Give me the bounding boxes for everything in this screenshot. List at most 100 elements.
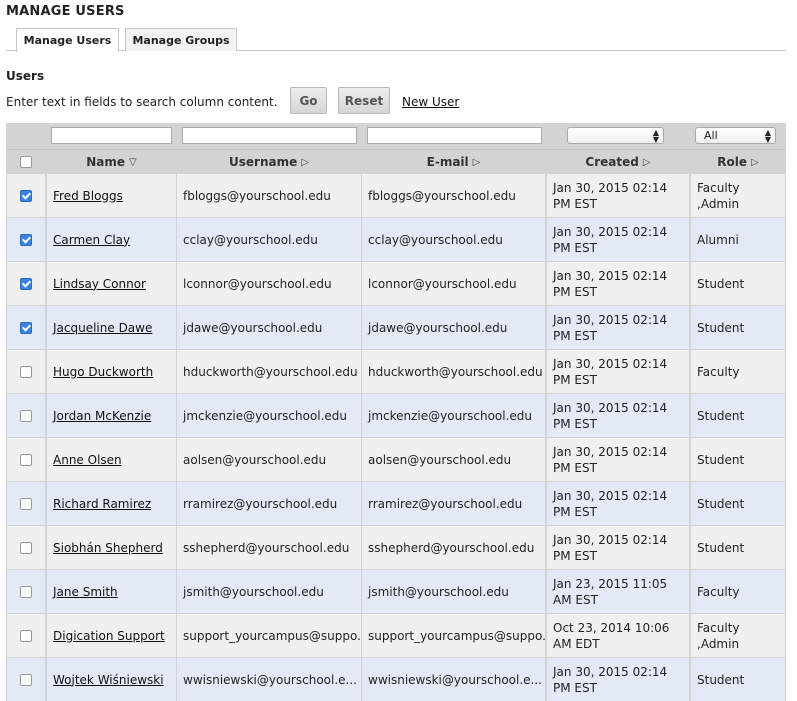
select-all-cell (7, 150, 45, 174)
user-name-link[interactable]: Jane Smith (53, 585, 118, 599)
row-checkbox[interactable] (20, 233, 32, 246)
tab-manage-users[interactable]: Manage Users (16, 28, 119, 52)
email-cell: fbloggs@yourschool.edu (362, 174, 545, 217)
user-name-link[interactable]: Anne Olsen (53, 453, 122, 467)
table-row: Hugo Duckworth hduckworth@yourschool.edu h… (6, 350, 786, 393)
user-name-link[interactable]: Siobhán Shepherd (53, 541, 163, 555)
username-cell: jdawe@yourschool.edu (177, 306, 361, 349)
table-row: Wojtek Wiśniewski wwisniewski@yourschool.… (6, 658, 786, 701)
role-column-header[interactable]: Role ▷ (691, 150, 785, 174)
name-cell: Siobhán Shepherd (47, 526, 176, 569)
role-filter-value: All (704, 129, 718, 142)
row-checkbox[interactable] (20, 365, 32, 378)
created-cell: Jan 30, 2015 02:14 PM EST (547, 526, 689, 569)
select-all-checkbox[interactable] (20, 156, 32, 168)
table-row: Fred Bloggs fbloggs@yourschool.edu fbloggs… (6, 174, 786, 217)
column-label: Role (717, 155, 748, 169)
role-cell: Student (691, 262, 785, 305)
created-cell: Jan 30, 2015 02:14 PM EST (547, 350, 689, 393)
user-name-link[interactable]: Lindsay Connor (53, 277, 146, 291)
role-cell: Faculty ,Admin (691, 614, 785, 657)
role-filter-select[interactable]: All ▲ ▼ (695, 127, 776, 144)
table-row: Digication Support support_yourcampus@sup… (6, 614, 786, 657)
email-cell: sshepherd@yourschool.edu (362, 526, 545, 569)
email-filter-input[interactable] (367, 127, 542, 144)
tab-manage-groups[interactable]: Manage Groups (125, 28, 237, 51)
table-row: Carmen Clay cclay@yourschool.edu cclay@you… (6, 218, 786, 261)
row-select-cell (7, 218, 45, 261)
reset-button[interactable]: Reset (338, 87, 390, 114)
users-table: ▲ ▼ All ▲ ▼ Name ▽ Username ▷ E-mail ▷ Cre… (6, 123, 786, 701)
sort-icon: ▷ (642, 156, 651, 168)
name-column-header[interactable]: Name ▽ (47, 150, 176, 174)
username-column-header[interactable]: Username ▷ (177, 150, 361, 174)
email-column-header[interactable]: E-mail ▷ (362, 150, 545, 174)
go-button[interactable]: Go (290, 87, 327, 114)
role-cell: Faculty (691, 350, 785, 393)
created-column-header[interactable]: Created ▷ (547, 150, 689, 174)
new-user-link[interactable]: New User (402, 95, 459, 109)
name-cell: Anne Olsen (47, 438, 176, 481)
created-cell: Jan 30, 2015 02:14 PM EST (547, 218, 689, 261)
created-filter-select[interactable]: ▲ ▼ (567, 127, 664, 144)
user-name-link[interactable]: Hugo Duckworth (53, 365, 153, 379)
table-row: Jordan McKenzie jmckenzie@yourschool.edu j… (6, 394, 786, 437)
created-cell: Jan 30, 2015 02:14 PM EST (547, 262, 689, 305)
username-cell: cclay@yourschool.edu (177, 218, 361, 261)
name-cell: Carmen Clay (47, 218, 176, 261)
user-name-link[interactable]: Carmen Clay (53, 233, 130, 247)
user-name-link[interactable]: Wojtek Wiśniewski (53, 673, 164, 687)
username-filter-input[interactable] (182, 127, 357, 144)
row-checkbox[interactable] (20, 585, 32, 598)
name-cell: Jane Smith (47, 570, 176, 613)
row-checkbox[interactable] (20, 541, 32, 554)
row-checkbox[interactable] (20, 409, 32, 422)
username-cell: fbloggs@yourschool.edu (177, 174, 361, 217)
email-cell: cclay@yourschool.edu (362, 218, 545, 261)
name-cell: Richard Ramirez (47, 482, 176, 525)
role-cell: Student (691, 658, 785, 701)
row-select-cell (7, 570, 45, 613)
user-name-link[interactable]: Richard Ramirez (53, 497, 151, 511)
email-cell: wwisniewski@yourschool.e... (362, 658, 545, 701)
header-row: Name ▽ Username ▷ E-mail ▷ Created ▷ Rol… (6, 149, 786, 173)
row-select-cell (7, 174, 45, 217)
column-label: E-mail (426, 155, 469, 169)
created-cell: Jan 30, 2015 02:14 PM EST (547, 438, 689, 481)
created-cell: Jan 30, 2015 02:14 PM EST (547, 306, 689, 349)
username-cell: lconnor@yourschool.edu (177, 262, 361, 305)
select-arrows-icon: ▲ ▼ (652, 128, 659, 144)
username-cell: jsmith@yourschool.edu (177, 570, 361, 613)
user-name-link[interactable]: Jacqueline Dawe (53, 321, 152, 335)
username-cell: rramirez@yourschool.edu (177, 482, 361, 525)
sort-icon: ▷ (301, 156, 309, 168)
table-body: Fred Bloggs fbloggs@yourschool.edu fbloggs… (6, 174, 786, 701)
username-cell: sshepherd@yourschool.edu (177, 526, 361, 569)
name-cell: Wojtek Wiśniewski (47, 658, 176, 701)
name-cell: Hugo Duckworth (47, 350, 176, 393)
user-name-link[interactable]: Jordan McKenzie (53, 409, 151, 423)
row-checkbox[interactable] (20, 189, 32, 202)
select-arrows-icon: ▲ ▼ (764, 128, 771, 144)
role-cell: Student (691, 306, 785, 349)
user-name-link[interactable]: Digication Support (53, 629, 165, 643)
email-cell: aolsen@yourschool.edu (362, 438, 545, 481)
table-row: Lindsay Connor lconnor@yourschool.edu lcon… (6, 262, 786, 305)
name-filter-input[interactable] (51, 127, 172, 144)
sort-desc-icon: ▽ (129, 156, 137, 168)
row-checkbox[interactable] (20, 453, 32, 466)
row-checkbox[interactable] (20, 321, 32, 334)
role-cell: Student (691, 394, 785, 437)
created-cell: Jan 30, 2015 02:14 PM EST (547, 174, 689, 217)
row-checkbox[interactable] (20, 497, 32, 510)
row-checkbox[interactable] (20, 277, 32, 290)
row-select-cell (7, 262, 45, 305)
column-label: Username (229, 155, 298, 169)
row-checkbox[interactable] (20, 673, 32, 686)
row-checkbox[interactable] (20, 629, 32, 642)
search-hint: Enter text in fields to search column co… (6, 95, 278, 109)
row-select-cell (7, 658, 45, 701)
email-cell: lconnor@yourschool.edu (362, 262, 545, 305)
table-row: Siobhán Shepherd sshepherd@yourschool.edu… (6, 526, 786, 569)
user-name-link[interactable]: Fred Bloggs (53, 189, 123, 203)
